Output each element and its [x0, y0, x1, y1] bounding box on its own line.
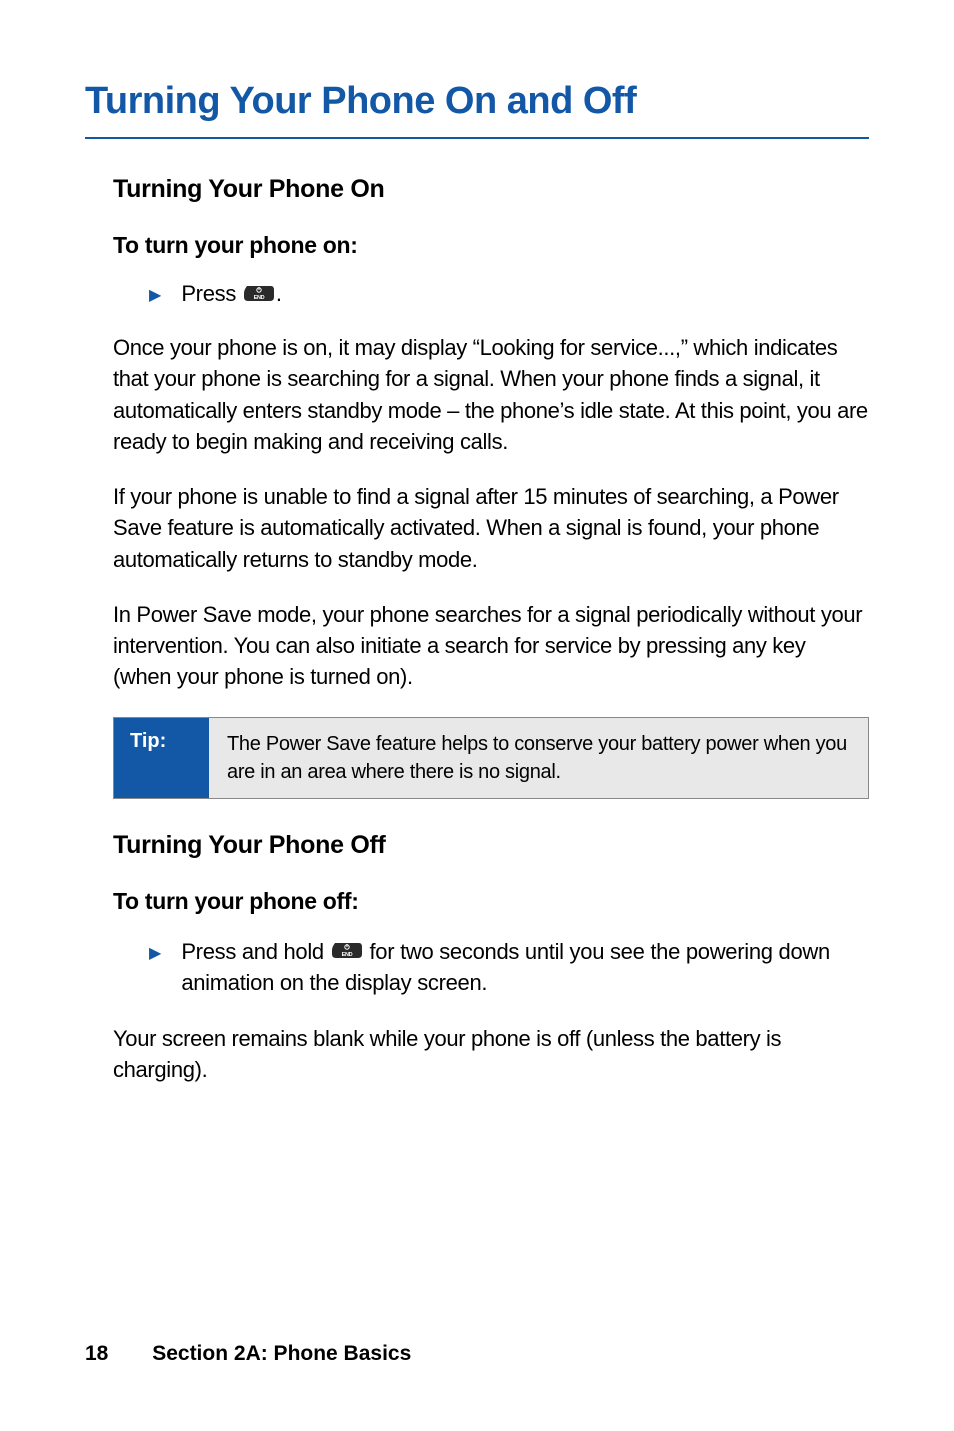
turn-on-step: ▶ Press END. — [113, 281, 869, 308]
on-paragraph-1: Once your phone is on, it may display “L… — [113, 332, 869, 457]
end-key-icon: END — [243, 282, 275, 308]
page-footer: 18 Section 2A: Phone Basics — [85, 1342, 411, 1366]
arrow-bullet-icon: ▶ — [149, 943, 161, 965]
arrow-bullet-icon: ▶ — [149, 285, 161, 305]
content-area: Turning Your Phone On To turn your phone… — [85, 175, 869, 1085]
tip-box: Tip: The Power Save feature helps to con… — [113, 717, 869, 799]
on-paragraph-3: In Power Save mode, your phone searches … — [113, 599, 869, 693]
tip-label: Tip: — [114, 718, 209, 798]
turn-on-subheading: To turn your phone on: — [113, 232, 869, 259]
section-off-heading: Turning Your Phone Off — [113, 831, 869, 860]
tip-text: The Power Save feature helps to conserve… — [209, 718, 868, 798]
turn-off-step: ▶ Press and hold END for two seconds unt… — [113, 937, 869, 999]
on-paragraph-2: If your phone is unable to find a signal… — [113, 481, 869, 575]
press-hold-prefix: Press and hold — [181, 939, 329, 964]
page-title: Turning Your Phone On and Off — [85, 80, 869, 139]
press-hold-step-text: Press and hold END for two seconds until… — [181, 937, 869, 999]
off-paragraph-1: Your screen remains blank while your pho… — [113, 1023, 869, 1085]
press-prefix: Press — [181, 281, 242, 306]
section-label: Section 2A: Phone Basics — [152, 1342, 411, 1365]
end-key-icon: END — [331, 937, 363, 968]
press-step-text: Press END. — [181, 281, 281, 308]
page-number: 18 — [85, 1342, 108, 1365]
turn-off-subheading: To turn your phone off: — [113, 888, 869, 915]
svg-text:END: END — [341, 952, 352, 958]
press-suffix: . — [276, 281, 282, 306]
svg-text:END: END — [254, 295, 265, 301]
section-on-heading: Turning Your Phone On — [113, 175, 869, 204]
